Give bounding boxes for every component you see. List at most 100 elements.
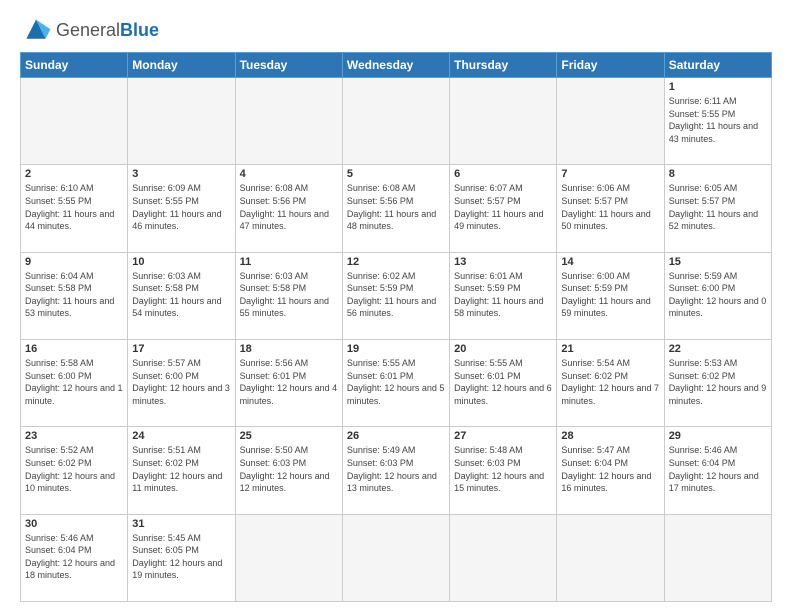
day-info: Sunrise: 6:03 AMSunset: 5:58 PMDaylight:…	[132, 270, 230, 320]
day-number: 29	[669, 430, 767, 442]
day-number: 12	[347, 256, 445, 268]
day-number: 24	[132, 430, 230, 442]
day-number: 3	[132, 168, 230, 180]
table-row: 24 Sunrise: 5:51 AMSunset: 6:02 PMDayligh…	[128, 427, 235, 514]
table-row: 18 Sunrise: 5:56 AMSunset: 6:01 PMDayligh…	[235, 339, 342, 426]
day-info: Sunrise: 6:06 AMSunset: 5:57 PMDaylight:…	[561, 182, 659, 232]
calendar-week-row: 1 Sunrise: 6:11 AMSunset: 5:55 PMDaylight…	[21, 78, 772, 165]
day-info: Sunrise: 6:08 AMSunset: 5:56 PMDaylight:…	[240, 182, 338, 232]
day-number: 6	[454, 168, 552, 180]
day-number: 7	[561, 168, 659, 180]
table-row: 12 Sunrise: 6:02 AMSunset: 5:59 PMDayligh…	[342, 252, 449, 339]
table-row: 7 Sunrise: 6:06 AMSunset: 5:57 PMDaylight…	[557, 165, 664, 252]
table-row: 23Sunrise: 5:52 AMSunset: 6:02 PMDayligh…	[21, 427, 128, 514]
calendar-week-row: 2 Sunrise: 6:10 AMSunset: 5:55 PMDaylight…	[21, 165, 772, 252]
col-sunday: Sunday	[21, 53, 128, 78]
table-row	[450, 78, 557, 165]
table-row: 30 Sunrise: 5:46 AMSunset: 6:04 PMDayligh…	[21, 514, 128, 601]
day-info: Sunrise: 6:03 AMSunset: 5:58 PMDaylight:…	[240, 270, 338, 320]
day-number: 22	[669, 343, 767, 355]
table-row: 15Sunrise: 5:59 AMSunset: 6:00 PMDayligh…	[664, 252, 771, 339]
day-info: Sunrise: 6:07 AMSunset: 5:57 PMDaylight:…	[454, 182, 552, 232]
day-info: Sunrise: 6:04 AMSunset: 5:58 PMDaylight:…	[25, 270, 123, 320]
day-number: 4	[240, 168, 338, 180]
col-wednesday: Wednesday	[342, 53, 449, 78]
day-info: Sunrise: 5:51 AMSunset: 6:02 PMDaylight:…	[132, 444, 230, 494]
table-row	[235, 78, 342, 165]
col-tuesday: Tuesday	[235, 53, 342, 78]
col-monday: Monday	[128, 53, 235, 78]
day-info: Sunrise: 6:01 AMSunset: 5:59 PMDaylight:…	[454, 270, 552, 320]
table-row	[557, 514, 664, 601]
generalblue-logo-icon	[20, 16, 52, 44]
header: GeneralBlue	[20, 16, 772, 44]
table-row: 19 Sunrise: 5:55 AMSunset: 6:01 PMDayligh…	[342, 339, 449, 426]
table-row: 4 Sunrise: 6:08 AMSunset: 5:56 PMDaylight…	[235, 165, 342, 252]
table-row: 3 Sunrise: 6:09 AMSunset: 5:55 PMDaylight…	[128, 165, 235, 252]
day-number: 13	[454, 256, 552, 268]
day-info: Sunrise: 5:46 AMSunset: 6:04 PMDaylight:…	[25, 532, 123, 582]
table-row	[235, 514, 342, 601]
day-number: 1	[669, 81, 767, 93]
table-row	[21, 78, 128, 165]
table-row: 29 Sunrise: 5:46 AMSunset: 6:04 PMDayligh…	[664, 427, 771, 514]
day-info: Sunrise: 5:53 AMSunset: 6:02 PMDaylight:…	[669, 357, 767, 407]
logo: GeneralBlue	[20, 16, 159, 44]
day-number: 9	[25, 256, 123, 268]
day-number: 19	[347, 343, 445, 355]
table-row	[128, 78, 235, 165]
day-number: 10	[132, 256, 230, 268]
col-friday: Friday	[557, 53, 664, 78]
day-number: 28	[561, 430, 659, 442]
logo-text: GeneralBlue	[56, 20, 159, 41]
calendar-header-row: Sunday Monday Tuesday Wednesday Thursday…	[21, 53, 772, 78]
day-info: Sunrise: 5:49 AMSunset: 6:03 PMDaylight:…	[347, 444, 445, 494]
day-number: 30	[25, 518, 123, 530]
table-row: 28 Sunrise: 5:47 AMSunset: 6:04 PMDayligh…	[557, 427, 664, 514]
day-info: Sunrise: 5:48 AMSunset: 6:03 PMDaylight:…	[454, 444, 552, 494]
table-row: 14Sunrise: 6:00 AMSunset: 5:59 PMDayligh…	[557, 252, 664, 339]
day-info: Sunrise: 5:58 AMSunset: 6:00 PMDaylight:…	[25, 357, 123, 407]
table-row	[450, 514, 557, 601]
table-row: 21 Sunrise: 5:54 AMSunset: 6:02 PMDayligh…	[557, 339, 664, 426]
table-row: 20Sunrise: 5:55 AMSunset: 6:01 PMDayligh…	[450, 339, 557, 426]
day-number: 21	[561, 343, 659, 355]
day-number: 16	[25, 343, 123, 355]
table-row: 13 Sunrise: 6:01 AMSunset: 5:59 PMDayligh…	[450, 252, 557, 339]
day-info: Sunrise: 5:54 AMSunset: 6:02 PMDaylight:…	[561, 357, 659, 407]
table-row: 25Sunrise: 5:50 AMSunset: 6:03 PMDayligh…	[235, 427, 342, 514]
table-row: 27 Sunrise: 5:48 AMSunset: 6:03 PMDayligh…	[450, 427, 557, 514]
day-info: Sunrise: 6:09 AMSunset: 5:55 PMDaylight:…	[132, 182, 230, 232]
day-number: 14	[561, 256, 659, 268]
day-number: 8	[669, 168, 767, 180]
day-info: Sunrise: 5:57 AMSunset: 6:00 PMDaylight:…	[132, 357, 230, 407]
day-info: Sunrise: 5:50 AMSunset: 6:03 PMDaylight:…	[240, 444, 338, 494]
day-number: 26	[347, 430, 445, 442]
day-number: 27	[454, 430, 552, 442]
col-saturday: Saturday	[664, 53, 771, 78]
day-number: 18	[240, 343, 338, 355]
day-info: Sunrise: 5:52 AMSunset: 6:02 PMDaylight:…	[25, 444, 123, 494]
day-number: 5	[347, 168, 445, 180]
day-info: Sunrise: 5:59 AMSunset: 6:00 PMDaylight:…	[669, 270, 767, 320]
day-info: Sunrise: 5:55 AMSunset: 6:01 PMDaylight:…	[347, 357, 445, 407]
day-number: 31	[132, 518, 230, 530]
calendar-table: Sunday Monday Tuesday Wednesday Thursday…	[20, 52, 772, 602]
day-info: Sunrise: 5:46 AMSunset: 6:04 PMDaylight:…	[669, 444, 767, 494]
table-row: 26 Sunrise: 5:49 AMSunset: 6:03 PMDayligh…	[342, 427, 449, 514]
table-row	[342, 514, 449, 601]
day-info: Sunrise: 6:02 AMSunset: 5:59 PMDaylight:…	[347, 270, 445, 320]
table-row	[664, 514, 771, 601]
col-thursday: Thursday	[450, 53, 557, 78]
table-row: 31 Sunrise: 5:45 AMSunset: 6:05 PMDayligh…	[128, 514, 235, 601]
day-info: Sunrise: 6:10 AMSunset: 5:55 PMDaylight:…	[25, 182, 123, 232]
day-info: Sunrise: 6:11 AMSunset: 5:55 PMDaylight:…	[669, 95, 767, 145]
calendar-week-row: 30 Sunrise: 5:46 AMSunset: 6:04 PMDayligh…	[21, 514, 772, 601]
calendar-week-row: 23Sunrise: 5:52 AMSunset: 6:02 PMDayligh…	[21, 427, 772, 514]
day-number: 2	[25, 168, 123, 180]
day-info: Sunrise: 5:47 AMSunset: 6:04 PMDaylight:…	[561, 444, 659, 494]
day-info: Sunrise: 5:56 AMSunset: 6:01 PMDaylight:…	[240, 357, 338, 407]
day-info: Sunrise: 5:45 AMSunset: 6:05 PMDaylight:…	[132, 532, 230, 582]
table-row: 17 Sunrise: 5:57 AMSunset: 6:00 PMDayligh…	[128, 339, 235, 426]
day-number: 17	[132, 343, 230, 355]
